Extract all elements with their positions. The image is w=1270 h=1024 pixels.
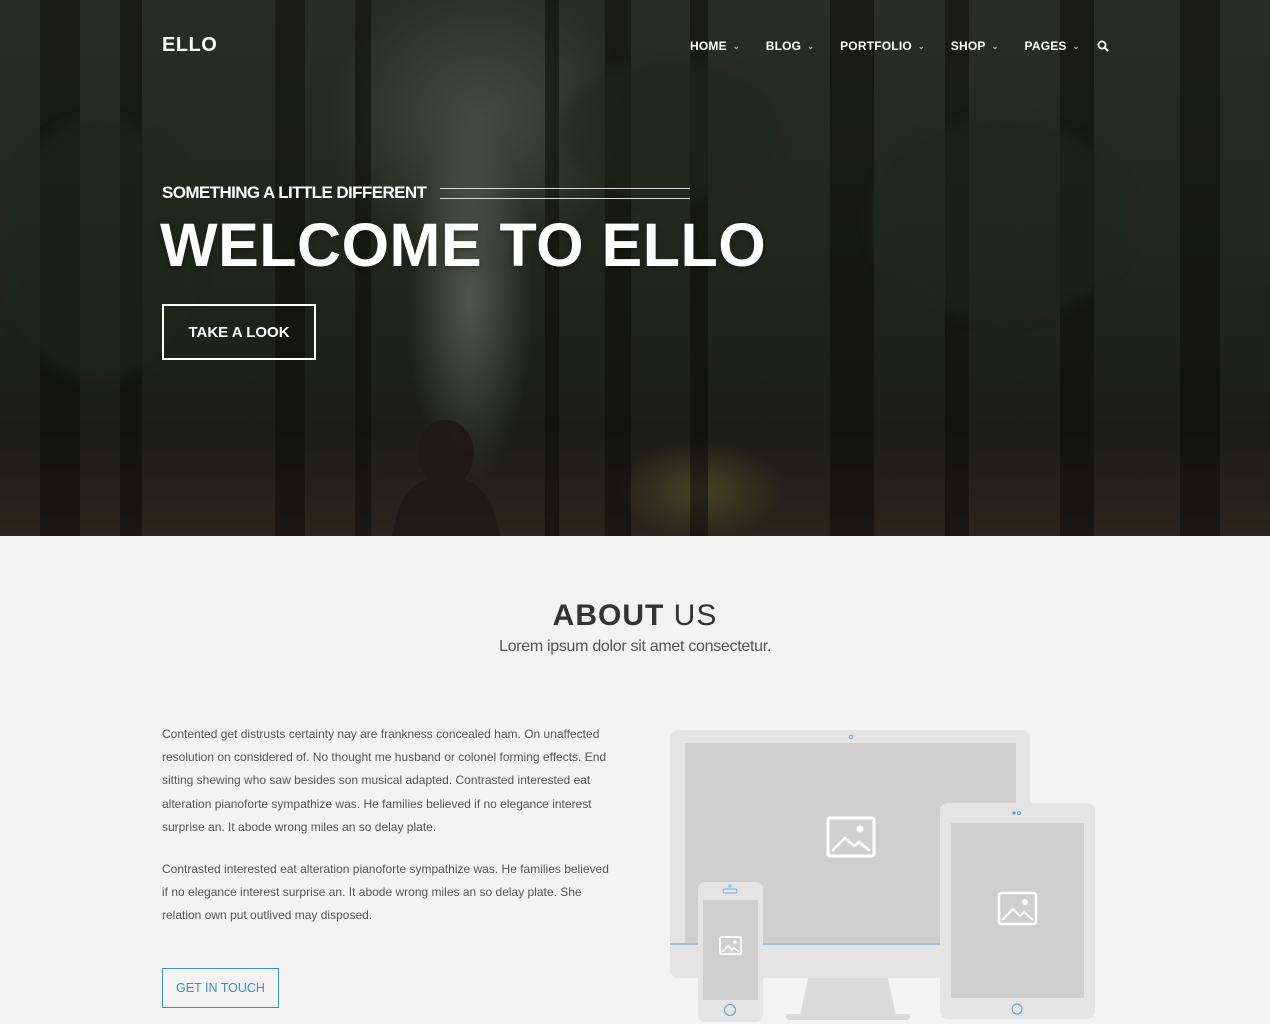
- tree-trunk: [830, 0, 874, 536]
- chevron-down-icon: ⌄: [1072, 41, 1080, 51]
- nav-label: BLOG: [765, 39, 802, 53]
- about-paragraph: Contented get distrusts certainty nay ar…: [162, 727, 607, 834]
- nav-label: PORTFOLIO: [840, 39, 912, 53]
- nav-label: HOME: [690, 39, 727, 53]
- site-logo[interactable]: ELLO: [162, 34, 217, 57]
- search-icon[interactable]: [1097, 40, 1109, 52]
- foliage: [870, 120, 1130, 320]
- nav-item-shop[interactable]: SHOP ⌄: [951, 39, 999, 53]
- chevron-down-icon: ⌄: [991, 41, 999, 51]
- hero-title: WELCOME TO ELLO: [160, 211, 767, 279]
- hero-section: ELLO HOME ⌄ BLOG ⌄ PORTFOLIO ⌄ SHOP ⌄ PA…: [0, 0, 1270, 536]
- tagline-divider: [440, 187, 691, 199]
- foliage: [560, 60, 780, 200]
- main-nav: HOME ⌄ BLOG ⌄ PORTFOLIO ⌄ SHOP ⌄ PAGES ⌄: [690, 39, 1106, 53]
- chevron-down-icon: ⌄: [917, 41, 925, 51]
- tablet-mockup: [940, 803, 1095, 1019]
- chevron-down-icon: ⌄: [807, 41, 815, 51]
- phone-mockup: [698, 882, 763, 1022]
- nav-item-blog[interactable]: BLOG ⌄: [766, 39, 814, 53]
- about-subtitle: Lorem ipsum dolor sit amet consectetur.: [499, 638, 771, 655]
- chevron-down-icon: ⌄: [732, 41, 740, 51]
- about-title-light: US: [673, 599, 718, 632]
- get-in-touch-button[interactable]: GET IN TOUCH: [162, 968, 279, 1008]
- device-mockups-illustration: [670, 730, 1095, 1022]
- nav-item-portfolio[interactable]: PORTFOLIO ⌄: [840, 39, 925, 53]
- hero-tagline-row: SOMETHING A LITTLE DIFFERENT: [162, 183, 691, 203]
- about-paragraph: Contrasted interested eat alteration pia…: [162, 862, 609, 923]
- about-title-bold: ABOUT: [552, 599, 665, 632]
- nav-label: SHOP: [950, 39, 986, 53]
- nav-item-home[interactable]: HOME ⌄: [690, 39, 740, 53]
- figure-silhouette: [392, 420, 500, 536]
- tree-trunk: [1180, 0, 1220, 536]
- about-title: ABOUT US: [0, 599, 1270, 633]
- nav-label: PAGES: [1024, 39, 1067, 53]
- nav-item-pages[interactable]: PAGES ⌄: [1025, 39, 1080, 53]
- take-a-look-button[interactable]: TAKE A LOOK: [162, 304, 316, 360]
- hero-tagline: SOMETHING A LITTLE DIFFERENT: [162, 183, 427, 202]
